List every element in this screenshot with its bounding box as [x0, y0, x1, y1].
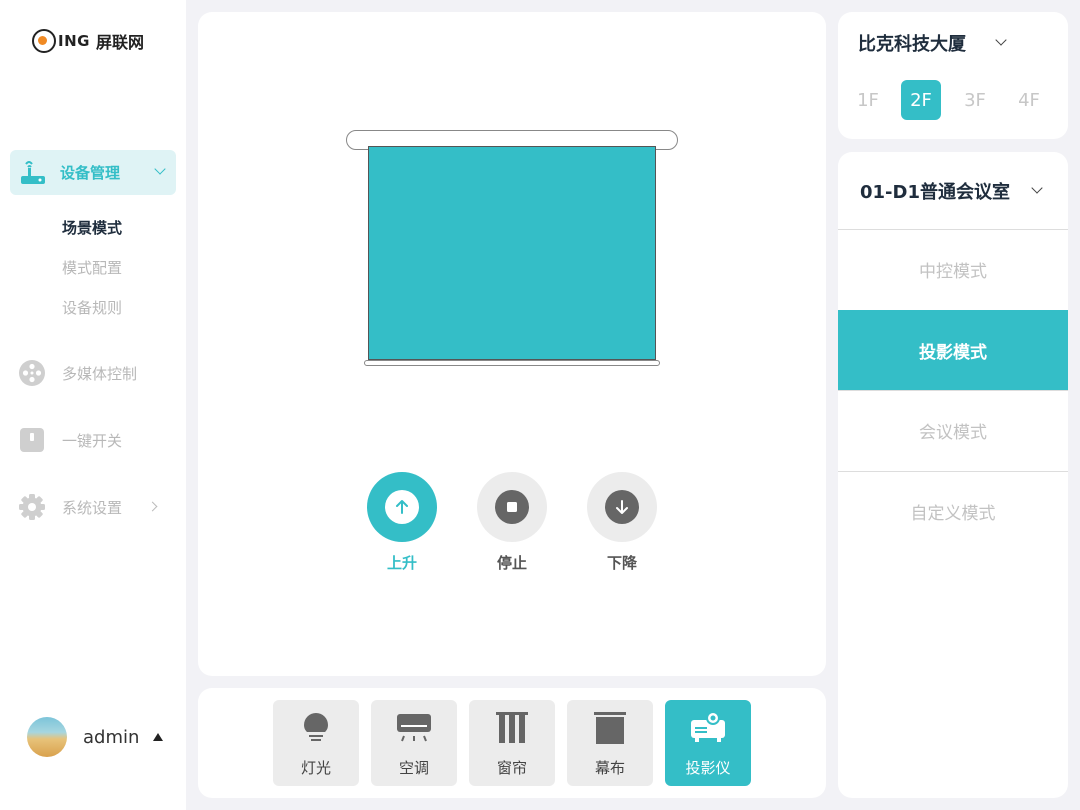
device-label: 窗帘 — [496, 759, 527, 777]
logo-letters: ING — [58, 32, 90, 50]
switch-icon — [20, 428, 44, 452]
subnav-mode-config[interactable]: 模式配置 — [62, 257, 122, 278]
screen-stop-button[interactable]: 停止 — [477, 472, 547, 573]
projection-screen-cloth — [368, 146, 656, 360]
chevron-down-icon — [995, 34, 1007, 46]
bulb-icon — [304, 713, 328, 741]
subnav-scene-mode[interactable]: 场景模式 — [62, 217, 122, 238]
device-label: 空调 — [398, 759, 429, 777]
chevron-down-icon — [154, 163, 166, 175]
sidebar-item-label: 设备管理 — [60, 164, 121, 182]
room-mode-card: 01-D1普通会议室 中控模式 投影模式 会议模式 自定义模式 — [838, 152, 1068, 798]
floor-2f[interactable]: 2F — [901, 80, 941, 120]
device-bar: 灯光 空调 窗帘 幕布 投影仪 — [198, 688, 826, 798]
device-screen-button[interactable]: 幕布 — [567, 700, 653, 786]
stop-icon — [507, 502, 517, 512]
device-label: 灯光 — [300, 759, 331, 777]
sidebar-item-system-settings[interactable]: 系统设置 — [18, 493, 168, 521]
device-label: 投影仪 — [685, 759, 731, 777]
mode-projection[interactable]: 投影模式 — [838, 310, 1068, 390]
device-ac-button[interactable]: 空调 — [371, 700, 457, 786]
mode-central-control[interactable]: 中控模式 — [838, 229, 1068, 309]
projector-icon — [691, 711, 725, 742]
device-light-button[interactable]: 灯光 — [273, 700, 359, 786]
gear-icon — [19, 494, 45, 520]
device-label: 幕布 — [594, 759, 625, 777]
screen-icon — [594, 712, 626, 744]
screen-down-button[interactable]: 下降 — [587, 472, 657, 573]
building-dropdown[interactable]: 比克科技大厦 — [858, 30, 966, 56]
curtain-icon — [496, 712, 528, 743]
mode-custom[interactable]: 自定义模式 — [838, 471, 1068, 551]
avatar — [27, 717, 67, 757]
device-curtain-button[interactable]: 窗帘 — [469, 700, 555, 786]
user-menu[interactable]: admin — [27, 717, 164, 757]
arrow-up-icon — [396, 500, 408, 514]
room-dropdown[interactable]: 01-D1普通会议室 — [860, 178, 1010, 204]
film-reel-icon — [19, 360, 45, 386]
brand-logo: ING 屏联网 — [32, 26, 144, 56]
caret-up-icon — [153, 733, 164, 741]
subnav-device-rules[interactable]: 设备规则 — [62, 297, 122, 318]
screen-bottom-bar — [364, 360, 660, 366]
floor-4f[interactable]: 4F — [1009, 80, 1049, 120]
chevron-down-icon — [1031, 182, 1043, 194]
sidebar-item-label: 系统设置 — [62, 498, 123, 517]
building-selector-card: 比克科技大厦 1F 2F 3F 4F — [838, 12, 1068, 139]
brand-name: 屏联网 — [95, 33, 144, 52]
arrow-down-icon — [616, 500, 628, 514]
air-conditioner-icon — [397, 714, 431, 742]
sidebar-item-device-management[interactable]: 设备管理 — [10, 150, 176, 195]
sidebar: ING 屏联网 设备管理 场景模式 模式配置 设备规则 多媒体控制 一键开关 系… — [0, 0, 186, 810]
screen-up-label: 上升 — [386, 554, 417, 572]
username: admin — [83, 726, 140, 748]
mode-meeting[interactable]: 会议模式 — [838, 390, 1068, 470]
screen-stop-label: 停止 — [496, 554, 527, 572]
screen-up-button[interactable]: 上升 — [367, 472, 437, 573]
sidebar-item-one-key-switch[interactable]: 一键开关 — [18, 426, 168, 454]
floor-3f[interactable]: 3F — [955, 80, 995, 120]
router-icon — [21, 160, 45, 184]
sidebar-item-multimedia[interactable]: 多媒体控制 — [18, 359, 168, 387]
sidebar-item-label: 多媒体控制 — [62, 364, 138, 383]
screen-down-label: 下降 — [606, 554, 637, 572]
screen-control-panel: 上升 停止 下降 — [198, 12, 826, 676]
sidebar-item-label: 一键开关 — [62, 431, 123, 450]
logo-mark-icon — [32, 29, 56, 53]
device-projector-button[interactable]: 投影仪 — [665, 700, 751, 786]
floor-1f[interactable]: 1F — [848, 80, 888, 120]
chevron-right-icon — [147, 501, 158, 512]
